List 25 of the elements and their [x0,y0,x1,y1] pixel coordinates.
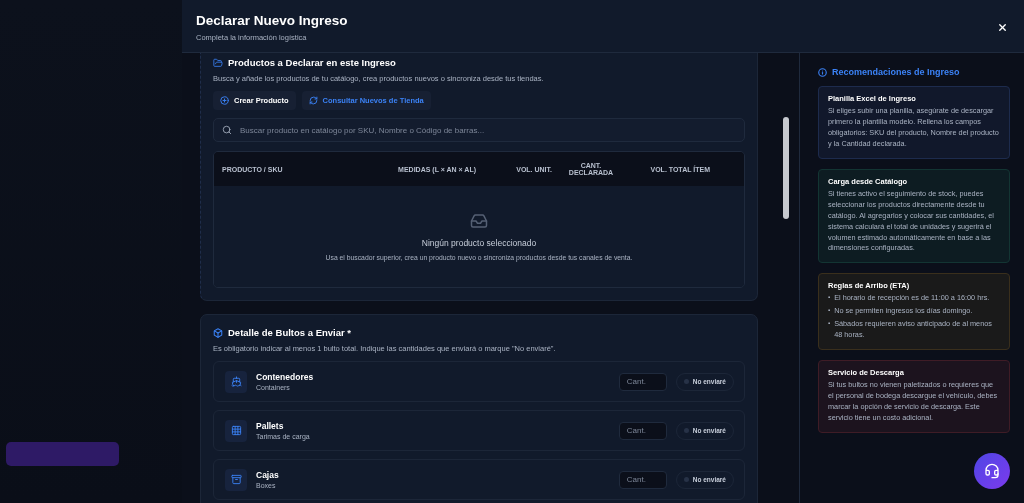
modal-title: Declarar Nuevo Ingreso [196,13,348,28]
refresh-icon [308,96,318,105]
package-name: Pallets [256,421,285,431]
search-field[interactable]: Buscar producto en catálogo por SKU, Nombre o Código de barras... [213,118,745,142]
empty-state-title: Ningún producto seleccionado [421,238,537,248]
section-title: Productos a Declarar en este Ingreso [228,57,396,68]
section-title: Detalle de Bultos a Enviar * [228,327,351,338]
quantity-field[interactable]: Cant. [618,372,667,391]
package-name: Contenedores [256,372,315,382]
close-icon [997,22,1008,33]
plus-circle-icon [220,96,229,105]
headset-icon [984,463,1000,479]
quantity-field[interactable]: Cant. [618,470,667,489]
panel-title: Recomendaciones de Ingreso [832,67,960,77]
grid-icon [225,419,247,442]
archive-box-icon [225,468,247,491]
ship-icon [225,370,247,393]
info-icon [818,67,827,77]
package-name: Cajas [256,470,280,480]
search-icon [222,125,232,135]
scrollbar-thumb[interactable] [783,117,789,219]
inbox-icon [470,212,488,230]
folder-icon [213,57,223,68]
cube-icon [213,327,223,338]
quantity-field[interactable]: Cant. [618,421,667,440]
